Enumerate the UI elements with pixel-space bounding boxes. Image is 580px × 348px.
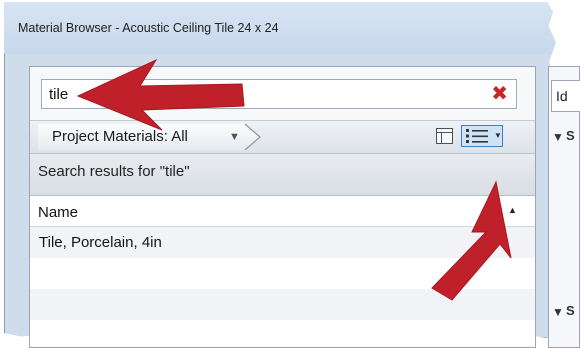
search-box: ✖ [41, 79, 517, 109]
chevron-down-icon: ▼ [494, 131, 502, 140]
search-input[interactable] [49, 84, 469, 104]
library-toolbar: Project Materials: All ▼ ▼ [30, 120, 535, 154]
section-label: S [566, 128, 575, 143]
list-item-label: Tile, Porcelain, 4in [39, 234, 162, 251]
collapse-arrow-icon[interactable]: ▼ [552, 305, 564, 319]
name-column-header[interactable]: Name ▲ [30, 196, 535, 227]
empty-row [30, 289, 535, 320]
search-results-label: Search results for "tile" [38, 163, 190, 180]
collapse-arrow-icon[interactable]: ▼ [552, 130, 564, 144]
sort-ascending-icon: ▲ [508, 205, 517, 215]
list-item[interactable]: Tile, Porcelain, 4in [30, 227, 535, 258]
title-bar: Material Browser - Acoustic Ceiling Tile… [4, 2, 557, 54]
tab-identity[interactable]: Id [551, 80, 580, 112]
view-options-button[interactable]: ▼ [461, 125, 503, 147]
materials-list: Name ▲ Tile, Porcelain, 4in [30, 196, 535, 346]
panel-toggle-icon[interactable] [436, 128, 453, 144]
section-label: S [566, 303, 575, 318]
material-list-panel: ✖ Project Materials: All ▼ ▼ [29, 66, 536, 348]
window-title: Material Browser - Acoustic Ceiling Tile… [18, 21, 279, 35]
search-results-header: Search results for "tile" [30, 154, 535, 196]
close-x-icon[interactable]: ✖ [491, 83, 508, 105]
tab-label: Id [556, 88, 568, 104]
dropdown-arrow-icon[interactable]: ▼ [229, 131, 240, 143]
column-label: Name [38, 204, 79, 221]
screenshot-canvas: Material Browser - Acoustic Ceiling Tile… [0, 0, 580, 348]
list-view-icon [466, 129, 488, 143]
empty-row [30, 258, 535, 289]
filter-label: Project Materials: All [52, 128, 188, 145]
